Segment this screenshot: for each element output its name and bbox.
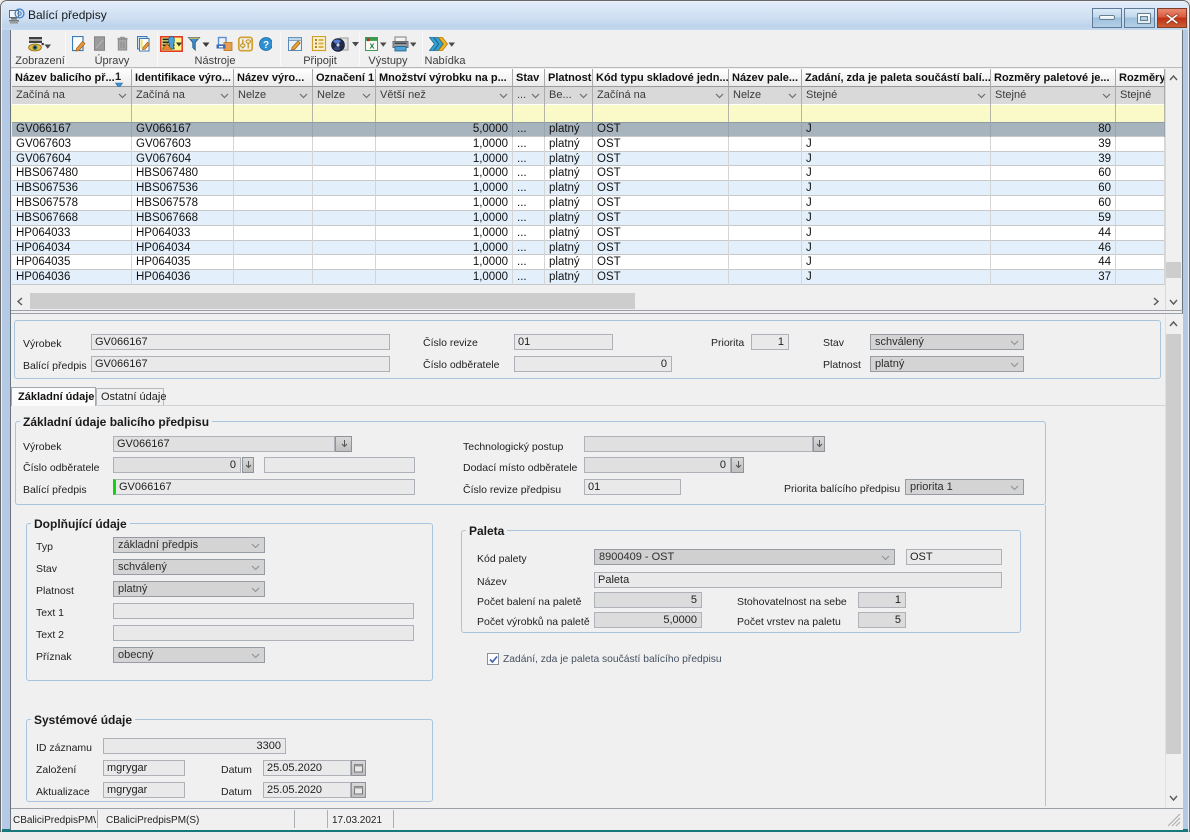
svg-text:?: ?: [263, 40, 269, 51]
svg-text:x: x: [369, 41, 374, 51]
